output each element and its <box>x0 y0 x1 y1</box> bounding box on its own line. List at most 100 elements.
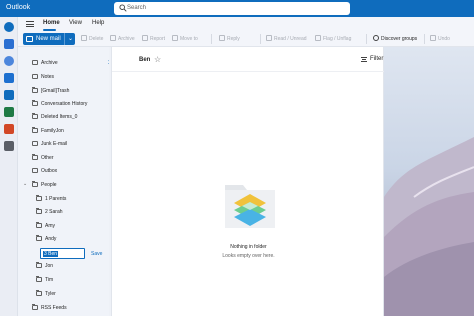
folder-pane: Archive 182 Notes [Gmail]Trash Conversat… <box>18 47 109 316</box>
empty-state-title: Nothing in folder <box>230 244 267 250</box>
envelope-open-icon <box>266 35 272 41</box>
app-title: Outlook <box>6 4 31 11</box>
folder-title: Ben <box>139 57 151 63</box>
folder-icon <box>32 127 38 133</box>
folder-icon <box>36 222 42 228</box>
folder-label: Archive <box>41 60 58 66</box>
folder-icon <box>36 208 42 214</box>
reply-button[interactable]: Reply <box>219 35 240 42</box>
folder-icon <box>36 235 42 241</box>
new-mail-label: New mail <box>36 36 61 42</box>
toolbar: New mail ⌄ Delete Archive Report Move to… <box>18 31 474 47</box>
folder-label: Outbox <box>41 168 58 174</box>
chevron-down-icon[interactable]: ⌄ <box>23 181 27 187</box>
onedrive-app-icon[interactable] <box>4 90 14 100</box>
apps-icon[interactable] <box>4 141 14 151</box>
star-icon[interactable]: ☆ <box>154 55 161 64</box>
menu-icon[interactable] <box>26 21 34 27</box>
new-mail-button[interactable]: New mail ⌄ <box>23 33 75 45</box>
undo-button[interactable]: Undo <box>430 35 450 42</box>
undo-icon <box>430 35 436 41</box>
folder-icon <box>36 262 42 268</box>
folder-icon <box>32 304 38 310</box>
notes-icon <box>32 74 38 79</box>
folder-icon <box>36 276 42 282</box>
toolbar-divider <box>211 34 212 44</box>
flag-button[interactable]: Flag / Unflag <box>315 35 351 42</box>
reply-icon <box>219 35 225 41</box>
folder-label: Tim <box>45 277 54 283</box>
tab-home[interactable]: Home <box>43 20 60 26</box>
folder-archive[interactable]: Archive 182 <box>32 57 109 69</box>
rename-folder-value: 3 Ben <box>43 251 59 257</box>
toolbar-divider <box>424 34 425 44</box>
flag-icon <box>315 35 321 41</box>
message-list-header: Ben ☆ Filter <box>112 47 385 72</box>
desert-wallpaper <box>384 137 474 316</box>
folder-icon <box>36 290 42 296</box>
todo-app-icon[interactable] <box>4 73 14 83</box>
folder-label: Jon <box>45 263 54 269</box>
calendar-app-icon[interactable] <box>4 39 14 49</box>
discover-groups-button[interactable]: Discover groups <box>373 35 417 42</box>
folder-icon <box>32 100 38 106</box>
tab-view[interactable]: View <box>69 20 82 26</box>
search-placeholder: Search <box>127 5 147 11</box>
save-button[interactable]: Save <box>91 251 102 257</box>
folder-label: Conversation History <box>41 101 88 107</box>
read-unread-button[interactable]: Read / Unread <box>266 35 307 42</box>
search-icon <box>119 4 127 12</box>
folder-label: Deleted Items_0 <box>41 114 78 120</box>
delete-icon <box>81 35 87 41</box>
folder-label: Amy <box>45 223 55 229</box>
move-icon <box>172 35 178 41</box>
archive-button[interactable]: Archive <box>110 35 135 42</box>
report-icon <box>142 35 148 41</box>
tab-help[interactable]: Help <box>92 20 104 26</box>
people-app-icon[interactable] <box>4 56 14 66</box>
ribbon-tabs: Home View Help <box>18 17 474 31</box>
report-button[interactable]: Report <box>142 35 165 42</box>
chevron-down-icon[interactable]: ⌄ <box>68 35 73 42</box>
folder-label: Other <box>41 155 54 161</box>
rename-folder-input[interactable]: 3 Ben <box>40 248 85 259</box>
folder-icon <box>36 195 42 201</box>
archive-icon <box>32 60 38 65</box>
junk-icon <box>32 141 38 146</box>
folder-icon <box>32 87 38 93</box>
excel-app-icon[interactable] <box>4 107 14 117</box>
mail-app-icon[interactable] <box>4 22 14 32</box>
folder-label: Notes <box>41 74 55 80</box>
folder-label: 1 Parents <box>45 196 67 202</box>
toolbar-divider <box>260 34 261 44</box>
title-bar: Outlook Search <box>0 0 474 17</box>
app-rail <box>0 17 18 316</box>
folder-icon <box>32 154 38 160</box>
empty-folder-illustration <box>225 185 275 228</box>
search-input[interactable]: Search <box>114 2 350 15</box>
folder-label: FamilyJon <box>41 128 64 134</box>
folder-label: 2 Sarah <box>45 209 63 215</box>
message-list: Ben ☆ Filter Nothing in folder Looks emp… <box>111 47 385 316</box>
archive-icon <box>110 35 116 41</box>
toolbar-divider <box>366 34 367 44</box>
folder-label: Tyler <box>45 291 56 297</box>
groups-icon <box>373 35 379 41</box>
filter-button[interactable]: Filter <box>370 56 383 62</box>
folder-label: People <box>41 182 57 188</box>
empty-state-subtitle: Looks empty over here. <box>222 253 275 259</box>
folder-label: Andy <box>45 236 57 242</box>
powerpoint-app-icon[interactable] <box>4 124 14 134</box>
filter-icon <box>361 57 367 62</box>
folder-label: Junk E-mail <box>41 141 68 147</box>
delete-button[interactable]: Delete <box>81 35 103 42</box>
folder-icon <box>32 181 38 187</box>
folder-label: [Gmail]Trash <box>41 88 70 94</box>
move-to-button[interactable]: Move to <box>172 35 198 42</box>
outbox-icon <box>32 168 38 173</box>
reading-pane-background <box>384 47 474 316</box>
mail-icon <box>26 36 33 42</box>
folder-label: RSS Feeds <box>41 305 67 311</box>
folder-icon <box>32 113 38 119</box>
unread-count: 182 <box>108 60 109 66</box>
